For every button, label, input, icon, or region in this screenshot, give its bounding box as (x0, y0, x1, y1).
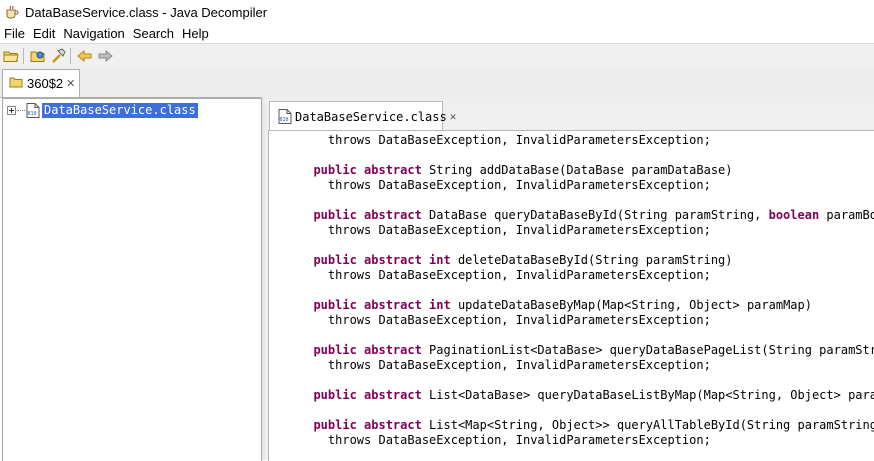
folder-icon (9, 76, 23, 91)
code-text-segment: throws DataBaseException, InvalidParamet… (327, 223, 711, 237)
code-line: throws DataBaseException, InvalidParamet… (299, 358, 874, 373)
code-line: public abstract int deleteDataBaseById(S… (299, 253, 874, 268)
code-text-segment: throws DataBaseException, InvalidParamet… (327, 268, 711, 282)
close-icon[interactable]: ✕ (66, 77, 75, 90)
code-text-segment: throws DataBaseException, InvalidParamet… (327, 133, 711, 147)
code-text: throws DataBaseException, InvalidParamet… (299, 133, 874, 448)
code-text-segment: updateDataBaseByMap(Map<String, Object> … (450, 298, 812, 312)
code-line: public abstract List<DataBase> queryData… (299, 388, 874, 403)
code-line: throws DataBaseException, InvalidParamet… (299, 223, 874, 238)
menu-bar: File Edit Navigation Search Help (0, 24, 874, 42)
code-line: throws DataBaseException, InvalidParamet… (299, 268, 874, 283)
menu-file[interactable]: File (0, 26, 29, 41)
editor-pane: 010 DataBaseService.class ✕ throws DataB… (265, 97, 874, 461)
window-title: DataBaseService.class - Java Decompiler (25, 4, 268, 20)
source-code-view[interactable]: throws DataBaseException, InvalidParamet… (268, 130, 874, 461)
archive-tab[interactable]: 360$2 ✕ (2, 69, 80, 97)
class-file-icon: 010 (26, 102, 40, 118)
close-icon[interactable]: ✕ (450, 110, 457, 123)
code-text-segment: List<DataBase> queryDataBaseListByMap(Ma… (421, 388, 874, 402)
code-keyword: public abstract (313, 208, 422, 222)
code-keyword: public abstract (313, 418, 422, 432)
title-bar: DataBaseService.class - Java Decompiler (0, 0, 874, 24)
code-line: public abstract DataBase queryDataBaseBy… (299, 208, 874, 223)
coffee-cup-icon (5, 5, 19, 19)
archive-tab-strip: 360$2 ✕ (0, 67, 874, 98)
code-keyword: public abstract (313, 343, 422, 357)
code-text-segment: throws DataBaseException, InvalidParamet… (327, 433, 711, 447)
code-keyword: public abstract int (313, 298, 451, 312)
open-folder-icon[interactable] (2, 47, 20, 65)
menu-edit[interactable]: Edit (29, 26, 59, 41)
code-line: public abstract List<Map<String, Object>… (299, 418, 874, 433)
code-line: throws DataBaseException, InvalidParamet… (299, 433, 874, 448)
code-text-segment: PaginationList<DataBase> queryDataBasePa… (421, 343, 874, 357)
forward-arrow-icon[interactable] (96, 47, 114, 65)
editor-tab-label: DataBaseService.class (295, 109, 447, 124)
toolbar (0, 43, 874, 69)
code-text-segment: DataBase queryDataBaseById(String paramS… (421, 208, 769, 222)
tree-connector (17, 109, 25, 111)
editor-tab[interactable]: 010 DataBaseService.class ✕ (269, 101, 456, 131)
code-keyword: public abstract (313, 388, 422, 402)
toolbar-separator (23, 48, 24, 64)
code-text-segment: String addDataBase(DataBase paramDataBas… (421, 163, 733, 177)
code-text-segment: List<Map<String, Object>> queryAllTableB… (421, 418, 874, 432)
code-keyword: public abstract int (313, 253, 451, 267)
code-line: throws DataBaseException, InvalidParamet… (299, 178, 874, 193)
type-tree-pane: 010 DataBaseService.class (2, 98, 262, 461)
code-text-segment: throws DataBaseException, InvalidParamet… (327, 178, 711, 192)
open-type-icon[interactable] (29, 47, 47, 65)
code-text-segment: paramBoolean (826, 208, 874, 222)
code-text-segment: throws DataBaseException, InvalidParamet… (327, 313, 711, 327)
back-arrow-icon[interactable] (76, 47, 94, 65)
code-line: public abstract String addDataBase(DataB… (299, 163, 874, 178)
code-line: public abstract int updateDataBaseByMap(… (299, 298, 874, 313)
menu-help[interactable]: Help (178, 26, 213, 41)
expand-icon[interactable] (7, 105, 16, 115)
menu-search[interactable]: Search (129, 26, 178, 41)
code-text-segment: deleteDataBaseById(String paramString) (450, 253, 733, 267)
archive-tab-label: 360$2 (27, 76, 64, 91)
svg-text:010: 010 (28, 111, 37, 117)
code-keyword: public abstract (313, 163, 422, 177)
code-text-segment: throws DataBaseException, InvalidParamet… (327, 358, 711, 372)
hammer-icon[interactable] (49, 47, 67, 65)
class-file-icon: 010 (278, 109, 292, 124)
code-line: throws DataBaseException, InvalidParamet… (299, 133, 874, 148)
code-line: throws DataBaseException, InvalidParamet… (299, 313, 874, 328)
svg-text:010: 010 (280, 117, 289, 123)
toolbar-separator (70, 48, 71, 64)
code-keyword: boolean (768, 208, 820, 222)
code-line: public abstract PaginationList<DataBase>… (299, 343, 874, 358)
menu-navigation[interactable]: Navigation (59, 26, 128, 41)
tree-node[interactable]: 010 DataBaseService.class (7, 102, 198, 118)
tree-node-label[interactable]: DataBaseService.class (42, 102, 198, 118)
